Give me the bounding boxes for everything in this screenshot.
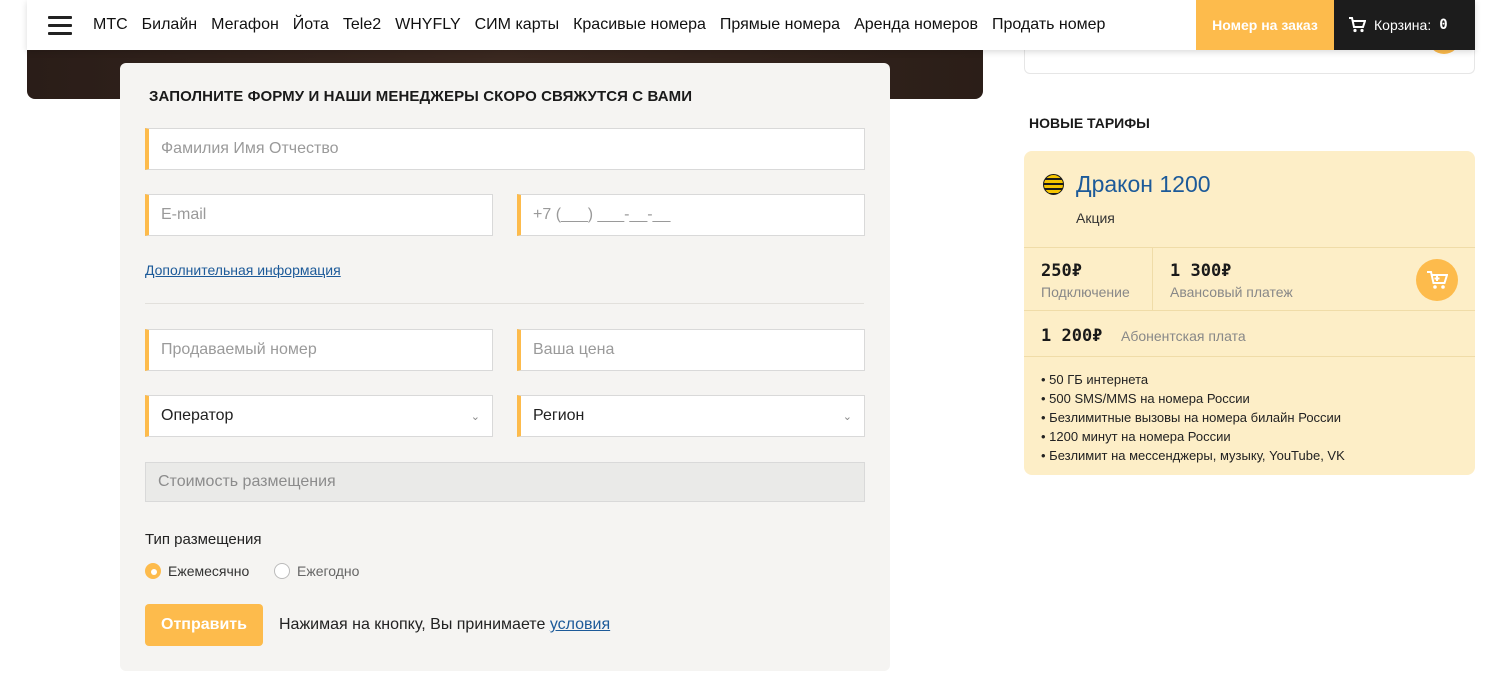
monthly-label: Абонентская плата	[1121, 328, 1246, 344]
sell-number-form: ЗАПОЛНИТЕ ФОРМУ И НАШИ МЕНЕДЖЕРЫ СКОРО С…	[120, 63, 890, 671]
chevron-down-icon: ⌄	[842, 410, 852, 423]
top-navigation: МТС Билайн Мегафон Йота Tele2 WHYFLY СИМ…	[27, 0, 1475, 50]
new-tariffs-title: НОВЫЕ ТАРИФЫ	[1029, 115, 1150, 131]
cart-icon	[1349, 17, 1366, 33]
terms-text: Нажимая на кнопку, Вы принимаете	[279, 616, 546, 633]
tariff-card: Дракон 1200 Акция 250₽ Подключение 1 300…	[1024, 151, 1475, 475]
monthly-price: 1 200₽	[1041, 326, 1103, 346]
additional-info-link[interactable]: Дополнительная информация	[145, 262, 341, 278]
feature-item: • Безлимитные вызовы на номера билайн Ро…	[1041, 410, 1342, 425]
feature-item: • 50 ГБ интернета	[1041, 372, 1149, 387]
terms-notice: Нажимая на кнопку, Вы принимаете условия	[279, 616, 610, 634]
nav-item-direct-numbers[interactable]: Прямые номера	[720, 16, 840, 34]
phone-field[interactable]: +7 (___) ___-__-__	[517, 194, 865, 236]
nav-item-sim-cards[interactable]: СИМ карты	[475, 16, 559, 34]
order-number-button[interactable]: Номер на заказ	[1196, 0, 1334, 50]
radio-unchecked-icon	[274, 563, 290, 579]
feature-item: • Безлимит на мессенджеры, музыку, YouTu…	[1041, 448, 1345, 463]
tariff-promo: Акция	[1076, 210, 1115, 226]
cart-label: Корзина:	[1374, 17, 1432, 33]
advance-price: 1 300₽	[1170, 261, 1232, 281]
submit-button[interactable]: Отправить	[145, 604, 263, 646]
divider	[1024, 310, 1475, 311]
radio-monthly-label: Ежемесячно	[168, 563, 250, 579]
nav-item-megafon[interactable]: Мегафон	[211, 16, 279, 34]
cart-icon	[1427, 271, 1448, 289]
feature-item: • 1200 минут на номера России	[1041, 429, 1231, 444]
divider	[145, 303, 864, 304]
nav-item-rent-numbers[interactable]: Аренда номеров	[854, 16, 978, 34]
form-title: ЗАПОЛНИТЕ ФОРМУ И НАШИ МЕНЕДЖЕРЫ СКОРО С…	[149, 88, 693, 105]
nav-item-yota[interactable]: Йота	[293, 16, 329, 34]
price-field[interactable]: Ваша цена	[517, 329, 865, 371]
nav-item-tele2[interactable]: Tele2	[343, 16, 381, 34]
radio-checked-icon	[145, 563, 161, 579]
radio-monthly[interactable]: Ежемесячно	[145, 563, 249, 579]
terms-link[interactable]: условия	[550, 616, 610, 633]
menu-icon[interactable]	[27, 0, 93, 50]
tariff-name[interactable]: Дракон 1200	[1076, 171, 1211, 198]
nav-item-sell-number[interactable]: Продать номер	[992, 16, 1105, 34]
connect-price: 250₽	[1041, 261, 1082, 281]
divider	[1152, 247, 1153, 310]
feature-item: • 500 SMS/MMS на номера России	[1041, 391, 1250, 406]
advance-label: Авансовый платеж	[1170, 284, 1293, 300]
nav-item-beeline[interactable]: Билайн	[142, 16, 197, 34]
nav-item-beautiful-numbers[interactable]: Красивые номера	[573, 16, 706, 34]
email-field[interactable]: E-mail	[145, 194, 493, 236]
placement-cost-field: Стоимость размещения	[145, 462, 865, 502]
region-select[interactable]: Регион ⌄	[517, 395, 865, 437]
connect-label: Подключение	[1041, 284, 1130, 300]
divider	[1024, 356, 1475, 357]
region-select-value: Регион	[533, 407, 585, 424]
beeline-logo-icon	[1043, 174, 1064, 195]
radio-yearly[interactable]: Ежегодно	[274, 563, 359, 579]
divider	[1024, 247, 1475, 248]
radio-yearly-label: Ежегодно	[297, 563, 360, 579]
add-to-cart-button[interactable]	[1416, 259, 1458, 301]
cart-count: 0	[1439, 17, 1448, 33]
operator-select[interactable]: Оператор ⌄	[145, 395, 493, 437]
main-nav: МТС Билайн Мегафон Йота Tele2 WHYFLY СИМ…	[93, 0, 1119, 50]
chevron-down-icon: ⌄	[470, 410, 480, 423]
nav-item-whyfly[interactable]: WHYFLY	[395, 16, 460, 34]
cart-button[interactable]: Корзина: 0	[1334, 0, 1475, 50]
fio-field[interactable]: Фамилия Имя Отчество	[145, 128, 865, 170]
nav-item-mts[interactable]: МТС	[93, 16, 128, 34]
placement-type-label: Тип размещения	[145, 531, 262, 548]
tariff-features: • 50 ГБ интернета • 500 SMS/MMS на номер…	[1041, 370, 1345, 465]
operator-select-value: Оператор	[161, 407, 234, 424]
number-field[interactable]: Продаваемый номер	[145, 329, 493, 371]
